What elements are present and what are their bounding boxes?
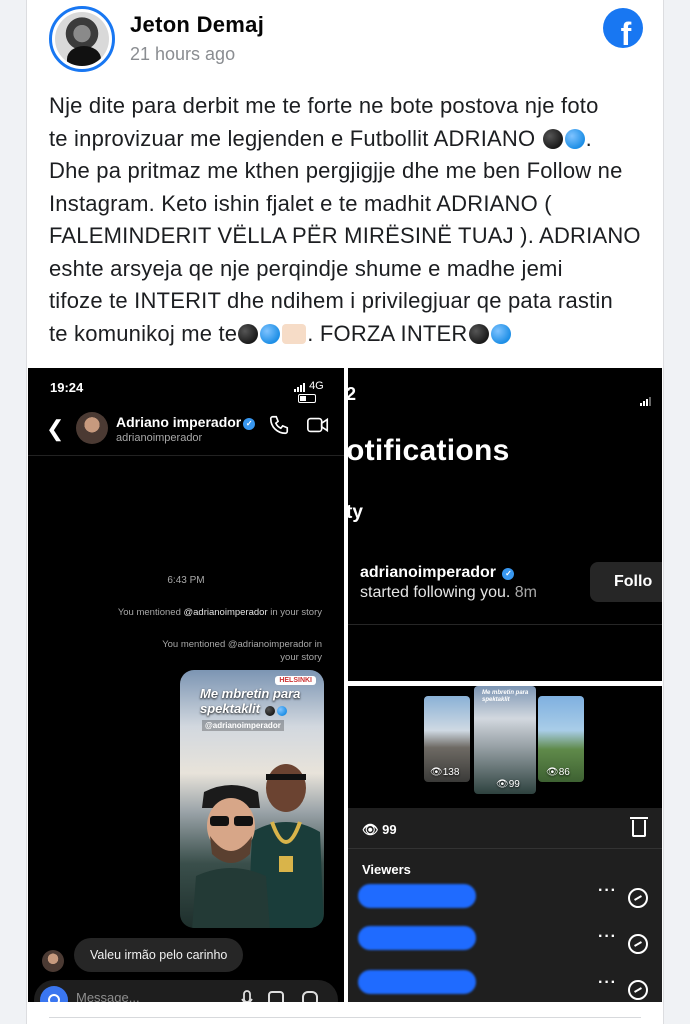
- message-composer[interactable]: Message...: [34, 980, 338, 1002]
- notifications-screenshot[interactable]: 2 otifications ty adrianoimperador ✓ sta…: [348, 368, 662, 681]
- avatar-image: [55, 12, 109, 66]
- location-sticker: HELSINKI: [275, 676, 316, 685]
- viewers-heading: Viewers: [362, 862, 411, 877]
- story-caption-line: Me mbretin para: [200, 686, 301, 701]
- person-selfie-figure: [192, 785, 270, 928]
- network-label: 4G: [309, 380, 324, 392]
- thumbnail-view-count: 👁86: [546, 767, 570, 778]
- gallery-icon[interactable]: [268, 991, 284, 1002]
- black-circle-emoji-icon: [264, 706, 275, 716]
- sticker-icon[interactable]: [302, 991, 318, 1002]
- status-time: 19:24: [50, 380, 84, 395]
- reply-message[interactable]: Valeu irmão pelo carinho: [74, 938, 244, 972]
- verified-badge-icon: ✓: [502, 568, 515, 580]
- chat-header: ❮ Adriano imperador ✓ adrianoimperador: [28, 406, 344, 456]
- story-mention-1: You mentioned @adrianoimperador in your …: [42, 606, 322, 619]
- trash-icon[interactable]: [630, 817, 648, 837]
- mention-prefix: You mentioned: [117, 607, 184, 618]
- messenger-icon[interactable]: [628, 934, 648, 954]
- divider: [348, 624, 662, 625]
- thumbnail-caption: Me mbretin para spektaklit: [482, 690, 529, 703]
- notification-text: started following you.: [360, 584, 511, 601]
- notification-message: started following you. 8m: [360, 584, 537, 602]
- post-divider: [49, 1017, 641, 1018]
- microphone-icon[interactable]: [240, 990, 254, 1002]
- contact-avatar[interactable]: [76, 412, 108, 444]
- post-text: Nje dite para derbit me te forte ne bote…: [49, 93, 641, 346]
- messenger-icon[interactable]: [628, 888, 648, 908]
- thumbnail-view-count: 👁99: [496, 779, 520, 790]
- story-caption-line: spektaklit: [200, 701, 260, 716]
- verified-badge-icon: ✓: [243, 418, 256, 430]
- signal-icon: [640, 388, 652, 406]
- status-network: 4G: [294, 380, 344, 404]
- thumbnail-view-count: 👁138: [430, 767, 460, 778]
- post-line: tifoze te INTERIT dhe ndihem i privilegj…: [49, 288, 613, 313]
- author-avatar[interactable]: [49, 6, 115, 72]
- facebook-logo-icon: f: [603, 8, 643, 48]
- more-options-icon[interactable]: ···: [598, 882, 617, 900]
- more-options-icon[interactable]: ···: [598, 974, 617, 992]
- blue-circle-emoji-icon: [490, 323, 511, 344]
- author-name[interactable]: Jeton Demaj: [130, 12, 264, 38]
- post-line: te inprovizuar me legjenden e Futbollit …: [49, 125, 536, 151]
- notification-username-row[interactable]: adrianoimperador ✓: [360, 564, 515, 582]
- mention-suffix: in your story: [267, 607, 322, 618]
- video-call-icon[interactable]: [306, 414, 330, 436]
- story-mention-2: You mentioned @adrianoimperador in your s…: [102, 638, 322, 664]
- story-caption: Me mbretin para spektaklit: [200, 686, 300, 716]
- mention-line: You mentioned @adrianoimperador in: [162, 639, 322, 650]
- messenger-icon[interactable]: [628, 980, 648, 1000]
- story-mention-tag: @adrianoimperador: [202, 720, 284, 731]
- black-circle-emoji-icon: [238, 323, 259, 344]
- back-arrow-icon[interactable]: ❮: [46, 416, 64, 442]
- story-thumbnail[interactable]: 👁138: [424, 696, 470, 782]
- camera-icon[interactable]: [40, 986, 68, 1002]
- post-line: te komunikoj me te: [49, 320, 238, 346]
- sender-avatar[interactable]: [42, 950, 64, 972]
- follow-back-button[interactable]: Follo: [590, 562, 662, 602]
- story-preview[interactable]: HELSINKI Me mbretin para spektaklit @adr…: [180, 670, 324, 928]
- heart-hands-emoji-icon: [282, 323, 307, 344]
- redacted-viewer: [358, 970, 476, 994]
- post-line: eshte arsyeja qe nje perqindje shume e m…: [49, 255, 563, 281]
- viewers-panel: 👁 99 Viewers ··· ··· ···: [348, 808, 662, 1002]
- black-circle-emoji-icon: [468, 323, 489, 344]
- blue-circle-emoji-icon: [276, 706, 287, 716]
- divider: [348, 848, 662, 849]
- post-line: Instagram. Keto ishin fjalet e te madhit…: [49, 190, 552, 216]
- post-line: FALEMINDERIT VËLLA PËR MIRËSINË TUAJ ). …: [49, 223, 641, 248]
- redacted-viewer: [358, 884, 476, 908]
- post-timestamp[interactable]: 21 hours ago: [130, 44, 235, 65]
- total-views: 👁 99: [362, 822, 397, 837]
- black-circle-emoji-icon: [542, 128, 563, 149]
- redacted-viewer: [358, 926, 476, 950]
- notifications-section: ty: [348, 502, 363, 523]
- blue-circle-emoji-icon: [564, 128, 585, 149]
- story-thumbnail-selected[interactable]: Me mbretin para spektaklit 👁99: [474, 686, 536, 794]
- notification-age: 8m: [514, 584, 537, 601]
- chat-timestamp: 6:43 PM: [167, 575, 205, 586]
- contact-name-row[interactable]: Adriano imperador ✓: [116, 414, 256, 430]
- phone-call-icon[interactable]: [268, 414, 290, 436]
- contact-name: Adriano imperador: [116, 414, 242, 430]
- mention-handle[interactable]: @adrianoimperador: [184, 607, 268, 618]
- story-thumbnail[interactable]: 👁86: [538, 696, 584, 782]
- blue-circle-emoji-icon: [260, 323, 281, 344]
- more-options-icon[interactable]: ···: [598, 928, 617, 946]
- notification-username: adrianoimperador: [360, 564, 497, 581]
- message-input[interactable]: Message...: [76, 990, 140, 1002]
- story-viewers-screenshot[interactable]: 👁138 Me mbretin para spektaklit 👁99 👁86 …: [348, 686, 662, 1002]
- post-line: Nje dite para derbit me te forte ne bote…: [49, 93, 599, 118]
- dm-screenshot[interactable]: 19:24 4G ❮ Adriano imperador ✓ adrianoimp…: [28, 368, 344, 1002]
- contact-handle: adrianoimperador: [116, 432, 203, 444]
- battery-icon: [298, 393, 316, 403]
- mention-line: your story: [280, 652, 322, 663]
- status-time-partial: 2: [348, 384, 357, 404]
- post-line: Dhe pa pritmaz me kthen pergjigjje dhe m…: [49, 158, 623, 183]
- post-line: . FORZA INTER: [307, 320, 468, 346]
- notifications-title: otifications: [348, 434, 510, 467]
- photo-collage[interactable]: 19:24 4G ❮ Adriano imperador ✓ adrianoimp…: [28, 368, 662, 1002]
